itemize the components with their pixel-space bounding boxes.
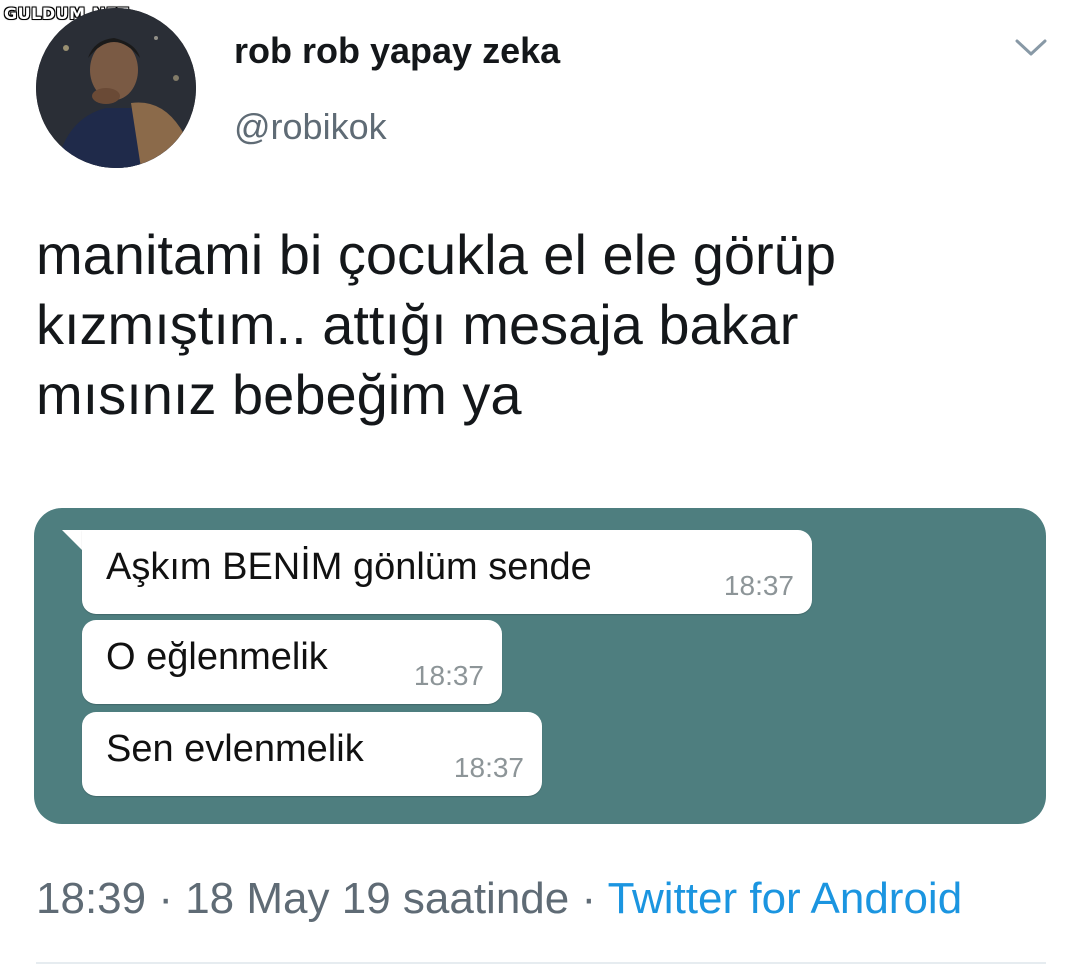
- message-text: O eğlenmelik: [106, 636, 328, 678]
- author-display-name[interactable]: rob rob yapay zeka: [234, 30, 560, 72]
- message-text: Sen evlenmelik: [106, 728, 364, 770]
- message-time: 18:37: [413, 660, 484, 691]
- author-handle[interactable]: @robikok: [234, 106, 387, 148]
- message-text: Aşkım BENİM gönlüm sende: [106, 546, 592, 588]
- avatar[interactable]: [36, 8, 196, 168]
- avatar-photo: [36, 8, 196, 168]
- tweet-meta: 18:39 · 18 May 19 saatinde · Twitter for…: [36, 874, 962, 924]
- tweet-source-link[interactable]: Twitter for Android: [608, 874, 963, 923]
- divider: [36, 962, 1046, 964]
- chat-screenshot: Aşkım BENİM gönlüm sende 18:37 O eğlenme…: [34, 508, 1046, 824]
- chat-message: O eğlenmelik 18:37: [82, 620, 502, 704]
- message-time: 18:37: [453, 752, 524, 783]
- bubble-tail: [62, 530, 84, 552]
- tweet-text: manitami bi çocukla el ele görüp kızmışt…: [36, 223, 836, 426]
- chat-message: Aşkım BENİM gönlüm sende 18:37: [82, 530, 812, 614]
- chat-message: Sen evlenmelik 18:37: [82, 712, 542, 796]
- tweet-timestamp[interactable]: 18:39 · 18 May 19 saatinde ·: [36, 874, 608, 923]
- message-time: 18:37: [723, 570, 794, 601]
- chevron-down-icon[interactable]: [1014, 38, 1048, 58]
